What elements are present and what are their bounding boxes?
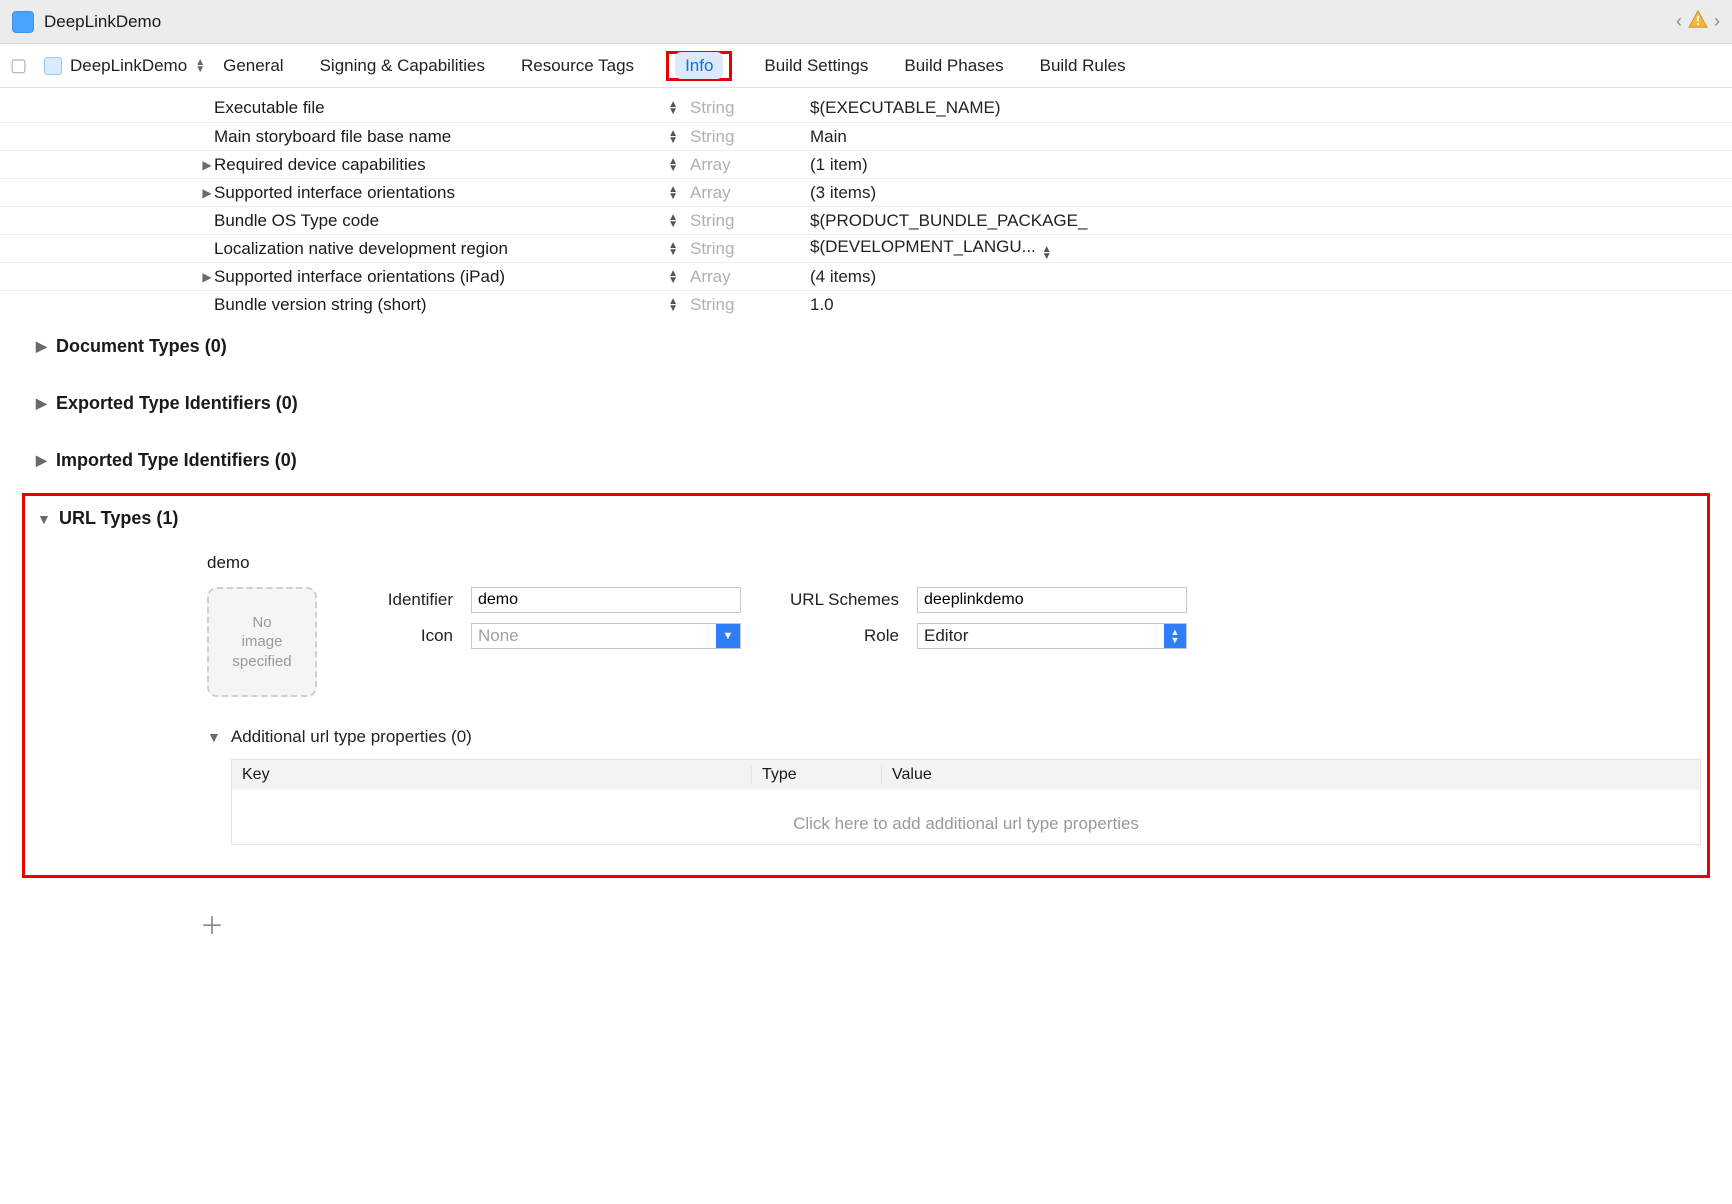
disclosure-triangle-down-icon: ▼ xyxy=(207,729,221,745)
plist-row[interactable]: ▶Supported interface orientations▲▼ Arra… xyxy=(0,178,1732,206)
plist-row[interactable]: Bundle OS Type code▲▼ String $(PRODUCT_B… xyxy=(0,206,1732,234)
sidebar-toggle-icon[interactable]: ▢ xyxy=(10,55,32,76)
nav-forward-icon[interactable]: › xyxy=(1714,11,1720,32)
disclosure-triangle-down-icon: ▼ xyxy=(37,511,59,527)
disclosure-triangle-icon: ▶ xyxy=(36,338,56,355)
url-schemes-label: URL Schemes xyxy=(759,590,899,610)
plist-row[interactable]: ▶Required device capabilities▲▼ Array (1… xyxy=(0,150,1732,178)
url-schemes-field[interactable] xyxy=(917,587,1187,613)
identifier-label: Identifier xyxy=(343,590,453,610)
plist-row[interactable]: Main storyboard file base name▲▼ String … xyxy=(0,122,1732,150)
disclosure-triangle-icon: ▶ xyxy=(36,395,56,412)
tab-build-settings[interactable]: Build Settings xyxy=(760,50,872,82)
project-icon xyxy=(12,11,34,33)
identifier-field[interactable] xyxy=(471,587,741,613)
tab-build-rules[interactable]: Build Rules xyxy=(1036,50,1130,82)
tab-info-highlight: Info xyxy=(666,51,732,81)
plist-row[interactable]: Localization native development region▲▼… xyxy=(0,234,1732,262)
tab-signing[interactable]: Signing & Capabilities xyxy=(316,50,489,82)
target-name: DeepLinkDemo xyxy=(70,56,187,76)
additional-url-props-header[interactable]: ▼ Additional url type properties (0) xyxy=(207,727,1701,747)
warning-icon[interactable] xyxy=(1688,10,1708,33)
plist-row[interactable]: Bundle version string (short)▲▼ String 1… xyxy=(0,290,1732,318)
url-type-name: demo xyxy=(207,553,1701,573)
column-type[interactable]: Type xyxy=(752,766,882,784)
stepper-icon: ▲▼ xyxy=(1164,624,1186,648)
url-type-entry: demo No image specified Identifier URL S… xyxy=(31,553,1701,845)
project-title: DeepLinkDemo xyxy=(44,12,1676,32)
section-document-types[interactable]: ▶ Document Types (0) xyxy=(0,318,1732,375)
additional-url-props-table: Key Type Value Click here to add additio… xyxy=(231,759,1701,845)
section-url-types[interactable]: ▼ URL Types (1) xyxy=(37,508,1701,529)
image-well-placeholder: No image specified xyxy=(232,613,291,672)
add-button[interactable]: ＋ xyxy=(200,913,224,940)
tab-build-phases[interactable]: Build Phases xyxy=(900,50,1007,82)
column-key[interactable]: Key xyxy=(232,766,752,784)
column-value[interactable]: Value xyxy=(882,766,1700,784)
role-combo[interactable]: Editor ▲▼ xyxy=(917,623,1187,649)
plist-table: Executable file▲▼ String $(EXECUTABLE_NA… xyxy=(0,88,1732,318)
section-imported-types[interactable]: ▶ Imported Type Identifiers (0) xyxy=(0,432,1732,489)
tabbar: ▢ DeepLinkDemo ▲▼ General Signing & Capa… xyxy=(0,44,1732,88)
image-well[interactable]: No image specified xyxy=(207,587,317,697)
section-url-types-highlight: ▼ URL Types (1) demo No image specified … xyxy=(22,493,1710,878)
nav-back-icon[interactable]: ‹ xyxy=(1676,11,1682,32)
icon-label: Icon xyxy=(343,626,453,646)
disclosure-triangle-icon[interactable]: ▶ xyxy=(200,158,214,172)
add-property-placeholder[interactable]: Click here to add additional url type pr… xyxy=(232,790,1700,844)
role-label: Role xyxy=(759,626,899,646)
chevron-down-icon: ▼ xyxy=(716,624,740,648)
tab-general[interactable]: General xyxy=(219,50,287,82)
icon-combo[interactable]: None ▼ xyxy=(471,623,741,649)
target-stepper-icon[interactable]: ▲▼ xyxy=(195,59,205,73)
tab-resource-tags[interactable]: Resource Tags xyxy=(517,50,638,82)
disclosure-triangle-icon[interactable]: ▶ xyxy=(200,270,214,284)
icon-combo-value: None xyxy=(472,624,716,648)
plist-row[interactable]: Executable file▲▼ String $(EXECUTABLE_NA… xyxy=(0,94,1732,122)
target-selector[interactable]: DeepLinkDemo ▲▼ xyxy=(44,56,205,76)
plist-row[interactable]: ▶Supported interface orientations (iPad)… xyxy=(0,262,1732,290)
disclosure-triangle-icon: ▶ xyxy=(36,452,56,469)
role-combo-value: Editor xyxy=(918,624,1164,648)
tab-info[interactable]: Info xyxy=(675,52,723,79)
titlebar: DeepLinkDemo ‹ › xyxy=(0,0,1732,44)
section-exported-types[interactable]: ▶ Exported Type Identifiers (0) xyxy=(0,375,1732,432)
target-icon xyxy=(44,57,62,75)
disclosure-triangle-icon[interactable]: ▶ xyxy=(200,186,214,200)
